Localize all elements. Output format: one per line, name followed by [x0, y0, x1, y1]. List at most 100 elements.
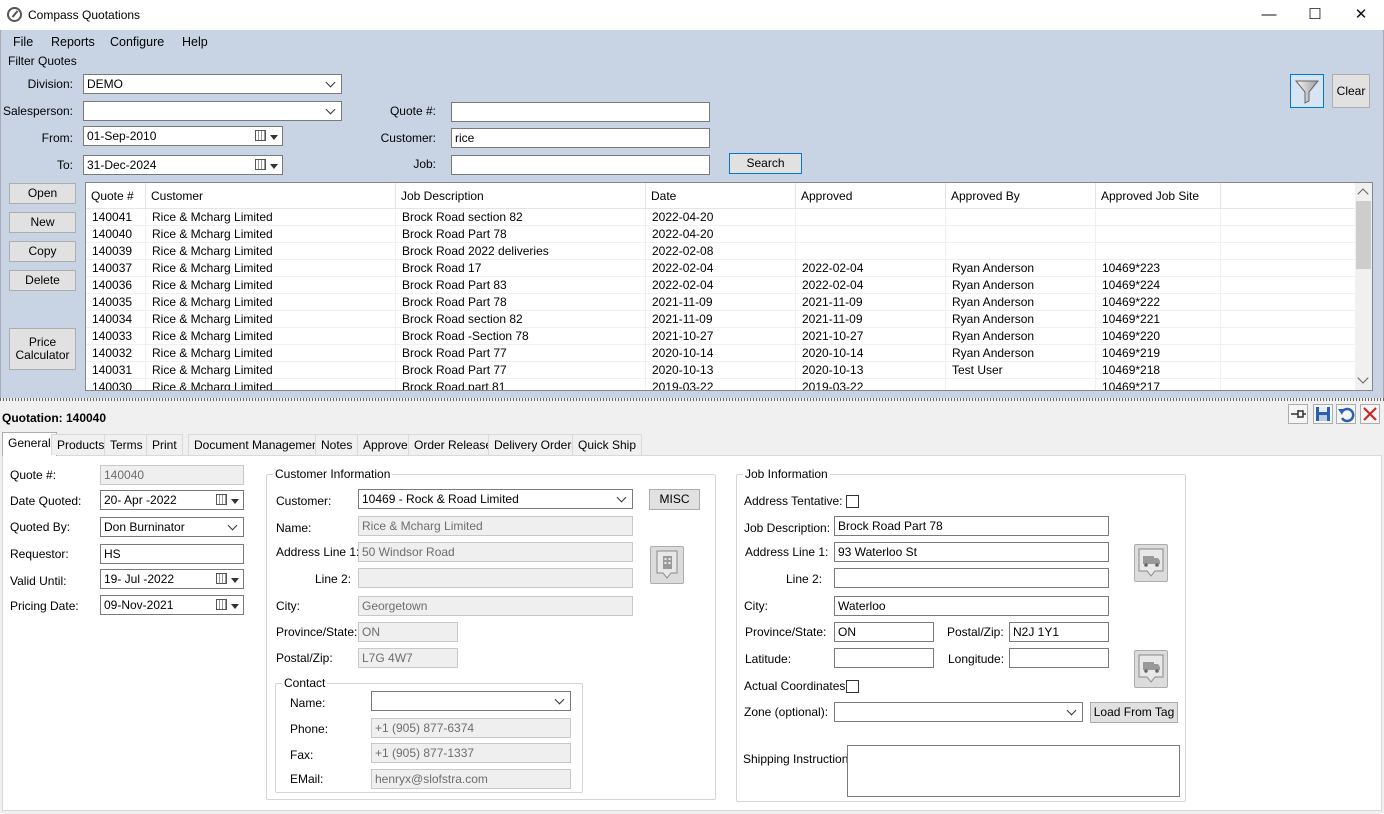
job-province-input[interactable]: ON [834, 622, 934, 642]
job-address2-input[interactable] [834, 568, 1109, 588]
save-button[interactable] [1313, 404, 1333, 424]
actual-coordinates-checkbox[interactable] [846, 680, 859, 693]
customer-location-button[interactable] [650, 546, 684, 584]
menu-reports[interactable]: Reports [51, 35, 95, 49]
cell-customer: Rice & Mcharg Limited [146, 260, 396, 277]
load-from-tag-button[interactable]: Load From Tag [1090, 702, 1178, 723]
misc-button[interactable]: MISC [649, 489, 700, 510]
job-filter-input[interactable] [451, 155, 710, 175]
longitude-input[interactable] [1009, 648, 1109, 668]
new-button[interactable]: New [9, 212, 76, 233]
quotation-title: Quotation: 140040 [2, 411, 107, 425]
customer-select[interactable]: 10469 - Rock & Road Limited [358, 489, 633, 509]
table-row[interactable]: 140037 Rice & Mcharg Limited Brock Road 17… [86, 260, 1356, 277]
customer-label: Customer: [276, 494, 332, 508]
table-row[interactable]: 140032 Rice & Mcharg Limited Brock Road Pa… [86, 345, 1356, 362]
division-select[interactable]: DEMO [83, 74, 342, 94]
job-description-input[interactable]: Brock Road Part 78 [834, 516, 1109, 536]
search-button[interactable]: Search [729, 153, 802, 174]
from-date-picker[interactable]: 01-Sep-2010 [83, 126, 283, 146]
tab-order-release[interactable]: Order Release [408, 434, 499, 455]
contact-name-select[interactable] [371, 691, 571, 711]
job-postal-input[interactable]: N2J 1Y1 [1009, 622, 1109, 642]
cell-quote: 140035 [86, 294, 146, 311]
cell-job-description: Brock Road Part 83 [396, 277, 646, 294]
table-row[interactable]: 140030 Rice & Mcharg Limited Brock Road pa… [86, 379, 1356, 390]
latitude-input[interactable] [834, 648, 934, 668]
column-header-approved-job-site[interactable]: Approved Job Site [1096, 183, 1221, 209]
menu-help[interactable]: Help [182, 35, 208, 49]
menu-configure[interactable]: Configure [110, 35, 164, 49]
column-header-job-description[interactable]: Job Description [396, 183, 646, 209]
calendar-icon [216, 599, 227, 610]
quotes-grid[interactable]: Quote # Customer Job Description Date Ap… [85, 182, 1373, 391]
shipping-instructions-textarea[interactable] [847, 745, 1180, 797]
table-row[interactable]: 140040 Rice & Mcharg Limited Brock Road Pa… [86, 226, 1356, 243]
open-button[interactable]: Open [9, 183, 76, 204]
menu-file[interactable]: File [13, 35, 33, 49]
minimize-button[interactable]: — [1246, 0, 1292, 30]
scroll-down-icon[interactable] [1357, 372, 1369, 384]
job-city-input[interactable]: Waterloo [834, 596, 1109, 616]
pin-button[interactable] [1288, 404, 1308, 424]
grid-scrollbar[interactable] [1355, 183, 1372, 390]
tab-approve[interactable]: Approve [357, 434, 414, 455]
chevron-down-icon [616, 493, 628, 505]
cell-job-description: Brock Road Part 77 [396, 362, 646, 379]
copy-button[interactable]: Copy [9, 241, 76, 262]
to-date-picker[interactable]: 31-Dec-2024 [83, 155, 283, 175]
customer-filter-input[interactable]: rice [451, 128, 710, 148]
tab-print[interactable]: Print [146, 434, 183, 455]
table-row[interactable]: 140034 Rice & Mcharg Limited Brock Road se… [86, 311, 1356, 328]
cell-date: 2020-10-13 [646, 362, 796, 379]
tab-delivery-orders[interactable]: Delivery Orders [488, 434, 584, 455]
undo-button[interactable] [1336, 404, 1356, 424]
pricing-date-label: Pricing Date: [10, 599, 79, 613]
tab-notes[interactable]: Notes [315, 434, 359, 455]
cell-date: 2019-03-22 [646, 379, 796, 390]
valid-until-picker[interactable]: 19- Jul -2022 [100, 569, 244, 589]
clear-button[interactable]: Clear [1332, 74, 1370, 108]
table-row[interactable]: 140031 Rice & Mcharg Limited Brock Road Pa… [86, 362, 1356, 379]
cell-approved-by: Test User [946, 362, 1096, 379]
requestor-input[interactable]: HS [100, 544, 244, 564]
pricing-date-picker[interactable]: 09-Nov-2021 [100, 595, 244, 615]
price-calculator-button[interactable]: Price Calculator [9, 328, 76, 370]
tab-quick-ship[interactable]: Quick Ship [572, 434, 643, 455]
column-header-date[interactable]: Date [646, 183, 796, 209]
maximize-button[interactable]: ☐ [1292, 0, 1338, 30]
delete-quote-button[interactable] [1360, 404, 1380, 424]
tab-products[interactable]: Products [51, 434, 111, 455]
table-row[interactable]: 140035 Rice & Mcharg Limited Brock Road Pa… [86, 294, 1356, 311]
filter-toggle-button[interactable] [1290, 74, 1324, 108]
salesperson-select[interactable] [83, 101, 342, 121]
table-row[interactable]: 140041 Rice & Mcharg Limited Brock Road se… [86, 209, 1356, 226]
scrollbar-thumb[interactable] [1356, 201, 1371, 269]
column-header-quote[interactable]: Quote # [86, 183, 146, 209]
cell-job-description: Brock Road -Section 78 [396, 328, 646, 345]
close-button[interactable]: ✕ [1338, 0, 1384, 30]
tab-general[interactable]: General [2, 432, 57, 456]
address-tentative-checkbox[interactable] [846, 495, 859, 508]
cell-approved-job-site: 10469*222 [1096, 294, 1221, 311]
column-header-approved[interactable]: Approved [796, 183, 946, 209]
quote-number-input[interactable] [451, 102, 710, 122]
quote-number-label: Quote #: [10, 468, 57, 482]
zone-label: Zone (optional): [744, 705, 829, 719]
quoted-by-select[interactable]: Don Burninator [100, 517, 244, 537]
scroll-up-icon[interactable] [1357, 188, 1369, 200]
date-quoted-picker[interactable]: 20- Apr -2022 [100, 490, 244, 510]
job-address-location-button[interactable] [1134, 544, 1168, 582]
zone-select[interactable] [834, 702, 1083, 722]
table-row[interactable]: 140033 Rice & Mcharg Limited Brock Road -S… [86, 328, 1356, 345]
table-row[interactable]: 140039 Rice & Mcharg Limited Brock Road 20… [86, 243, 1356, 260]
cell-date: 2020-10-14 [646, 345, 796, 362]
delete-button[interactable]: Delete [9, 270, 76, 291]
job-coordinates-location-button[interactable] [1134, 650, 1168, 688]
job-address1-input[interactable]: 93 Waterloo St [834, 542, 1109, 562]
tab-document-management[interactable]: Document Management [188, 434, 329, 455]
column-header-customer[interactable]: Customer [146, 183, 396, 209]
tab-terms[interactable]: Terms [104, 434, 149, 455]
table-row[interactable]: 140036 Rice & Mcharg Limited Brock Road Pa… [86, 277, 1356, 294]
column-header-approved-by[interactable]: Approved By [946, 183, 1096, 209]
